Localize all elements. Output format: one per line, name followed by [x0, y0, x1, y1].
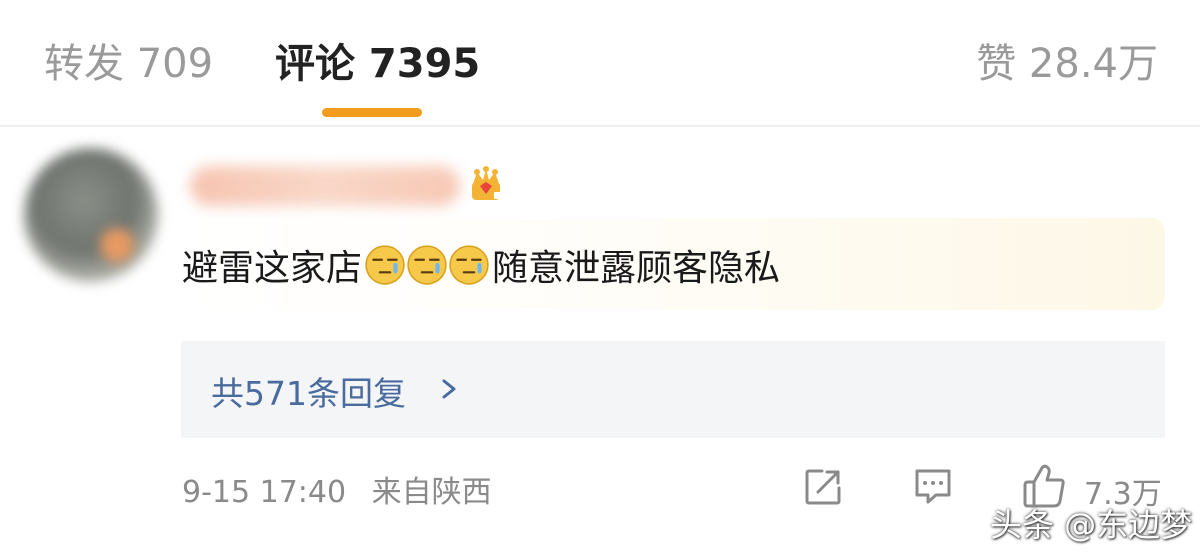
avatar-badge	[100, 228, 134, 262]
watermark: 头条 @东边梦	[990, 506, 1193, 544]
username-blurred[interactable]	[190, 166, 460, 206]
emoji-group	[364, 244, 490, 286]
speechless-face-emoji-icon	[365, 245, 405, 285]
replies-box[interactable]: 共571条回复	[181, 341, 1165, 438]
comment-meta: 9-15 17:40 来自陕西	[182, 467, 492, 511]
crown-icon	[472, 166, 500, 200]
comment-icon[interactable]	[912, 466, 954, 506]
speechless-face-emoji-icon	[407, 245, 447, 285]
location: 来自陕西	[371, 475, 492, 510]
tab-likes[interactable]: 赞 28.4万	[976, 36, 1158, 92]
timestamp: 9-15 17:40	[182, 475, 347, 510]
speechless-face-emoji-icon	[449, 245, 489, 285]
tab-comments[interactable]: 评论 7395	[275, 36, 480, 92]
comment-text-part-2: 随意泄露顾客隐私	[492, 248, 781, 289]
replies-link[interactable]: 共571条回复	[211, 367, 406, 415]
comment-text: 避雷这家店 随意泄露顾客隐私	[182, 240, 780, 290]
tab-divider	[0, 125, 1200, 127]
chevron-right-icon	[442, 379, 456, 399]
avatar[interactable]	[24, 148, 158, 282]
comment-text-part-1: 避雷这家店	[182, 248, 363, 289]
share-icon[interactable]	[802, 466, 844, 508]
tab-bar: 转发 709 评论 7395 赞 28.4万	[0, 0, 1200, 126]
active-tab-indicator	[322, 108, 422, 117]
tab-repost[interactable]: 转发 709	[44, 36, 213, 92]
